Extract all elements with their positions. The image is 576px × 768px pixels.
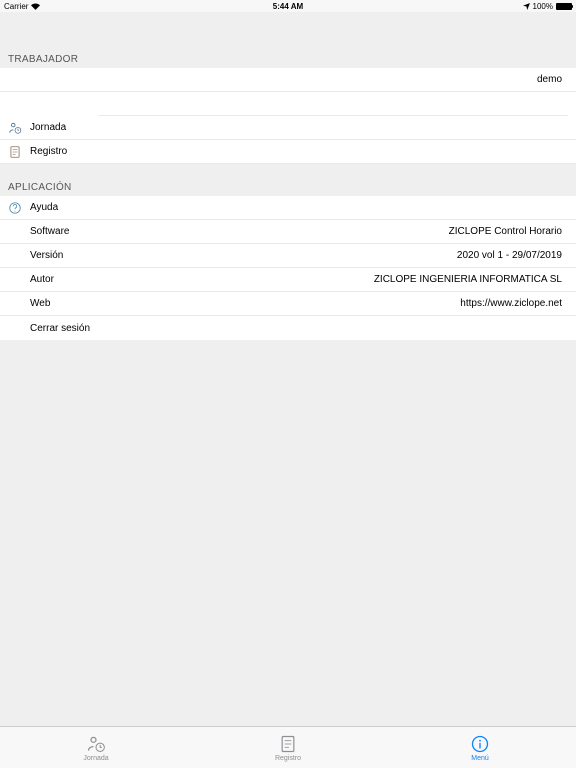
tab-menu[interactable]: Menú <box>384 727 576 768</box>
autor-label: Autor <box>30 274 54 285</box>
web-label: Web <box>30 298 50 309</box>
autor-value: ZICLOPE INGENIERIA INFORMATICA SL <box>374 274 568 285</box>
battery-percent: 100% <box>533 2 553 11</box>
document-icon <box>8 145 22 159</box>
row-version: Versión 2020 vol 1 - 29/07/2019 <box>0 244 576 268</box>
user-value: demo <box>537 74 568 85</box>
row-registro[interactable]: Registro <box>0 140 576 164</box>
row-cerrar-sesion[interactable]: Cerrar sesión <box>0 316 576 340</box>
info-icon <box>470 734 490 754</box>
location-icon <box>523 3 530 10</box>
wifi-icon <box>31 3 40 10</box>
web-value: https://www.ziclope.net <box>460 298 568 309</box>
row-autor: Autor ZICLOPE INGENIERIA INFORMATICA SL <box>0 268 576 292</box>
software-label: Software <box>30 226 69 237</box>
person-clock-icon <box>86 734 106 754</box>
tab-jornada[interactable]: Jornada <box>0 727 192 768</box>
jornada-label: Jornada <box>30 122 66 133</box>
carrier-label: Carrier <box>4 2 28 11</box>
tab-registro-label: Registro <box>275 755 301 762</box>
row-software: Software ZICLOPE Control Horario <box>0 220 576 244</box>
person-clock-icon <box>8 121 22 135</box>
row-jornada[interactable]: Jornada <box>0 116 576 140</box>
separator <box>0 92 576 116</box>
document-icon <box>278 734 298 754</box>
section-header-aplicacion: APLICACIÓN <box>0 164 576 196</box>
software-value: ZICLOPE Control Horario <box>449 226 568 237</box>
version-label: Versión <box>30 250 63 261</box>
main-content: TRABAJADOR demo Jornada Registro APLICAC… <box>0 12 576 722</box>
ayuda-label: Ayuda <box>30 202 58 213</box>
row-user: demo <box>0 68 576 92</box>
tab-bar: Jornada Registro Menú <box>0 726 576 768</box>
section-header-trabajador: TRABAJADOR <box>0 12 576 68</box>
registro-label: Registro <box>30 146 67 157</box>
tab-jornada-label: Jornada <box>83 755 108 762</box>
tab-registro[interactable]: Registro <box>192 727 384 768</box>
version-value: 2020 vol 1 - 29/07/2019 <box>457 250 568 261</box>
help-icon <box>8 201 22 215</box>
cerrar-label: Cerrar sesión <box>30 323 90 334</box>
clock: 5:44 AM <box>273 2 303 11</box>
row-web[interactable]: Web https://www.ziclope.net <box>0 292 576 316</box>
battery-icon <box>556 3 572 10</box>
tab-menu-label: Menú <box>471 755 489 762</box>
status-bar: Carrier 5:44 AM 100% <box>0 0 576 12</box>
row-ayuda[interactable]: Ayuda <box>0 196 576 220</box>
